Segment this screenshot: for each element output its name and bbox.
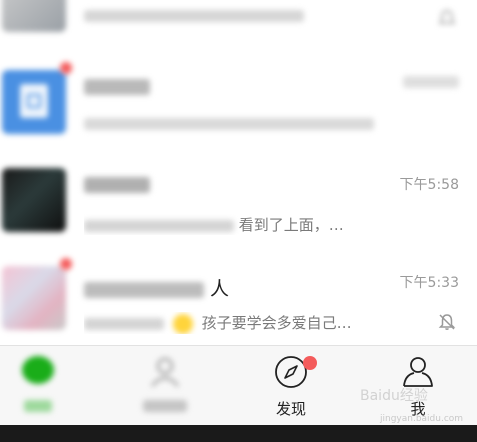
chat-row[interactable]: 人 孩子要学会多爱自己… 下午5:33 bbox=[0, 254, 477, 345]
chat-row[interactable] bbox=[0, 58, 477, 157]
chat-time: 下午5:58 bbox=[399, 177, 459, 193]
chat-time: 下午5:33 bbox=[399, 275, 459, 291]
chat-name bbox=[84, 176, 150, 198]
chat-list: 看到了上面，… 下午5:58 人 孩子要学会多爱自己… 下午5:33 bbox=[0, 0, 477, 345]
chat-row-partial[interactable] bbox=[0, 0, 477, 59]
avatar bbox=[2, 168, 66, 232]
chat-name bbox=[84, 78, 150, 100]
mute-bell-icon bbox=[438, 10, 456, 24]
tab-label bbox=[0, 398, 78, 416]
avatar bbox=[2, 0, 66, 32]
tab-label bbox=[125, 398, 205, 416]
chat-time bbox=[403, 76, 459, 92]
avatar bbox=[2, 266, 66, 330]
unread-badge bbox=[60, 258, 72, 270]
mute-bell-icon bbox=[438, 314, 456, 330]
chat-name: 人 bbox=[84, 274, 229, 301]
tab-discover[interactable]: 发现 bbox=[251, 346, 331, 426]
tab-label: 发现 bbox=[275, 400, 306, 418]
chat-preview bbox=[84, 116, 404, 134]
notification-dot bbox=[303, 356, 317, 370]
chat-row[interactable]: 看到了上面，… 下午5:58 bbox=[0, 156, 477, 255]
watermark-url: jingyan.baidu.com bbox=[380, 414, 464, 424]
emoji-icon bbox=[172, 313, 193, 334]
tab-contacts[interactable] bbox=[125, 346, 205, 426]
avatar bbox=[2, 70, 66, 134]
system-nav-bar bbox=[0, 425, 477, 442]
tab-chats[interactable] bbox=[0, 346, 78, 426]
unread-badge bbox=[60, 62, 72, 74]
chat-preview: 看到了上面，… bbox=[84, 214, 404, 235]
chat-icon bbox=[22, 356, 54, 384]
watermark-text: Baidu经验 bbox=[360, 388, 428, 404]
chat-preview: 孩子要学会多爱自己… bbox=[84, 312, 404, 334]
chat-preview bbox=[84, 8, 324, 26]
contacts-icon bbox=[151, 358, 179, 387]
